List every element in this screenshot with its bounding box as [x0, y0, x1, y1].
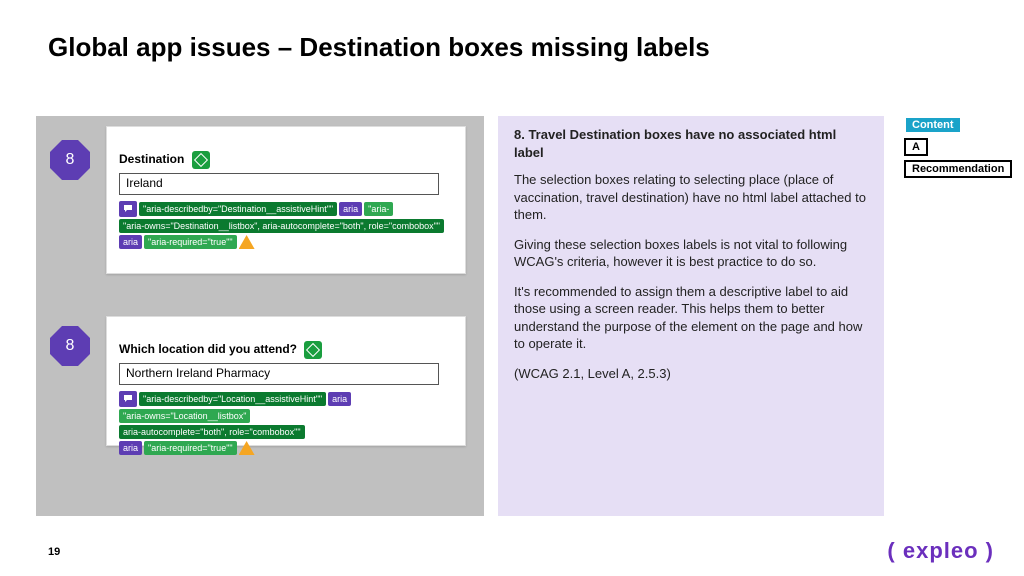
- issue-reference: (WCAG 2.1, Level A, 2.5.3): [514, 365, 868, 383]
- aria-attributes-row: "aria-describedby="Location__assistiveHi…: [119, 391, 457, 423]
- aria-chip: "aria-owns="Location__listbox": [119, 409, 250, 423]
- field-label: Which location did you attend?: [119, 341, 457, 359]
- aria-badge: aria: [328, 392, 351, 406]
- tag-recommendation: Recommendation: [904, 160, 1012, 178]
- tag-content: Content: [904, 116, 962, 134]
- aria-chip: aria-autocomplete="both", role="combobox…: [119, 425, 305, 439]
- speech-icon: [119, 201, 137, 217]
- issue-paragraph: It's recommended to assign them a descri…: [514, 283, 868, 353]
- speech-icon: [119, 391, 137, 407]
- destination-input[interactable]: Ireland: [119, 173, 439, 195]
- aria-badge: aria: [119, 235, 142, 249]
- aria-attributes-row: aria "aria-required="true"": [119, 235, 457, 249]
- field-label: Destination: [119, 151, 457, 169]
- aria-chip: "aria-owns="Destination__listbox", aria-…: [119, 219, 444, 233]
- aria-attributes-row: aria "aria-required="true"": [119, 441, 457, 455]
- aria-badge: aria: [339, 202, 362, 216]
- example-card-destination: Destination Ireland "aria-describedby="D…: [106, 126, 466, 274]
- aria-chip: "aria-describedby="Location__assistiveHi…: [139, 392, 326, 406]
- expleo-logo: ( expleo ): [887, 538, 994, 564]
- warning-icon: [239, 441, 255, 455]
- issue-heading: 8. Travel Destination boxes have no asso…: [514, 126, 868, 161]
- aria-chip: "aria-required="true"": [144, 441, 237, 455]
- issue-marker-2: 8: [50, 326, 90, 366]
- warning-icon: [239, 235, 255, 249]
- tag-icon: [192, 151, 210, 169]
- screenshot-panel: 8 Destination Ireland "aria-describedby=…: [36, 116, 484, 516]
- tag-stack: Content A Recommendation: [904, 116, 1014, 182]
- page-number: 19: [48, 546, 60, 558]
- aria-chip: "aria-: [364, 202, 393, 216]
- logo-text: expleo: [903, 538, 979, 563]
- aria-attributes-row: aria-autocomplete="both", role="combobox…: [119, 425, 457, 439]
- field-label-text: Which location did you attend?: [119, 342, 297, 356]
- aria-attributes-row: "aria-describedby="Destination__assistiv…: [119, 201, 457, 217]
- field-label-text: Destination: [119, 152, 184, 166]
- tag-icon: [304, 341, 322, 359]
- tag-level: A: [904, 138, 928, 156]
- aria-chip: "aria-describedby="Destination__assistiv…: [139, 202, 337, 216]
- slide-title: Global app issues – Destination boxes mi…: [48, 32, 948, 63]
- location-input[interactable]: Northern Ireland Pharmacy: [119, 363, 439, 385]
- aria-chip: "aria-required="true"": [144, 235, 237, 249]
- description-panel: 8. Travel Destination boxes have no asso…: [498, 116, 884, 516]
- example-card-location: Which location did you attend? Northern …: [106, 316, 466, 446]
- issue-paragraph: The selection boxes relating to selectin…: [514, 171, 868, 224]
- aria-badge: aria: [119, 441, 142, 455]
- issue-marker-1: 8: [50, 140, 90, 180]
- issue-paragraph: Giving these selection boxes labels is n…: [514, 236, 868, 271]
- aria-attributes-row: "aria-owns="Destination__listbox", aria-…: [119, 219, 457, 233]
